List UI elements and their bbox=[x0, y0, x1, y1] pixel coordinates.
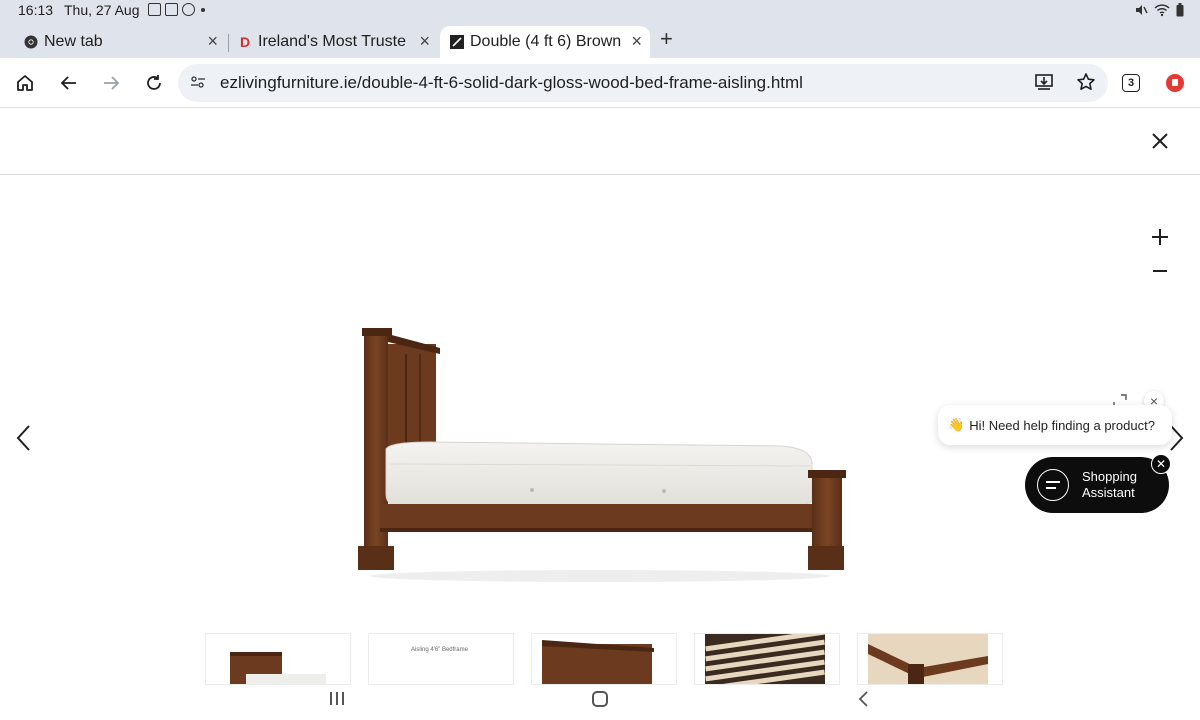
site-settings-icon[interactable] bbox=[190, 75, 206, 94]
tab-favicon-d: D bbox=[239, 34, 251, 50]
gallery-header bbox=[0, 109, 1200, 175]
shopping-assistant-button[interactable]: Shopping Assistant bbox=[1025, 457, 1169, 513]
alert-icon bbox=[182, 3, 195, 16]
thumbnail-slats[interactable] bbox=[694, 633, 840, 685]
tab-title: Ireland's Most Truste bbox=[258, 33, 406, 50]
status-time: 16:13 bbox=[18, 2, 54, 18]
reload-icon[interactable] bbox=[141, 70, 167, 96]
tab-count: 3 bbox=[1122, 74, 1140, 92]
address-bar[interactable]: ezlivingfurniture.ie/double-4-ft-6-solid… bbox=[178, 64, 1108, 102]
tab-double-bed[interactable]: Double (4 ft 6) Brown × bbox=[440, 26, 650, 58]
thumbnail-headboard-detail[interactable] bbox=[531, 633, 677, 685]
thumbnail-corner-detail[interactable] bbox=[857, 633, 1003, 685]
status-bar: 16:13 Thu, 27 Aug bbox=[0, 0, 1200, 22]
chat-greeting-text: Hi! Need help finding a product? bbox=[969, 417, 1155, 433]
battery-icon bbox=[1176, 3, 1184, 17]
home-nav-icon[interactable] bbox=[592, 691, 608, 707]
assistant-close-icon[interactable]: ✕ bbox=[1151, 454, 1171, 474]
thumbnail-strip: Aisling 4'6" Bedframe bbox=[205, 633, 1003, 685]
product-gallery-page: Aisling 4'6" Bedframe bbox=[0, 109, 1200, 685]
extension-badge bbox=[1166, 74, 1184, 92]
product-image-bed bbox=[358, 328, 846, 582]
new-tab-button[interactable]: + bbox=[660, 26, 673, 52]
tab-close-icon[interactable]: × bbox=[631, 31, 642, 52]
address-bar-actions bbox=[1034, 72, 1096, 92]
tab-title: New tab bbox=[44, 33, 103, 50]
shopping-assistant-label: Shopping Assistant bbox=[1082, 469, 1137, 500]
recent-apps-icon[interactable] bbox=[330, 692, 346, 706]
chat-greeting-bubble[interactable]: 👋 Hi! Need help finding a product? bbox=[938, 405, 1172, 445]
chrome-icon bbox=[24, 35, 38, 49]
notification-icons bbox=[148, 3, 205, 16]
tab-switcher-button[interactable]: 3 bbox=[1118, 70, 1144, 96]
extension-icon[interactable] bbox=[1162, 70, 1188, 96]
chevron-left-icon[interactable] bbox=[14, 423, 34, 453]
system-navigation-bar bbox=[0, 685, 1200, 720]
back-nav-icon[interactable] bbox=[856, 689, 872, 709]
chat-icon bbox=[1037, 469, 1069, 501]
tab-close-icon[interactable]: × bbox=[419, 31, 430, 52]
thumbnail-dimensions[interactable]: Aisling 4'6" Bedframe bbox=[368, 633, 514, 685]
ez-icon bbox=[450, 35, 464, 49]
system-icons bbox=[1134, 3, 1184, 17]
more-notifications-icon bbox=[201, 7, 205, 12]
waving-hand-icon: 👋 bbox=[948, 417, 965, 432]
tab-strip: New tab × D Ireland's Most Truste × Doub… bbox=[0, 22, 1200, 58]
plus-icon[interactable] bbox=[1150, 227, 1170, 247]
download-icon[interactable] bbox=[1034, 72, 1054, 92]
thumbnail-bed-front[interactable] bbox=[205, 633, 351, 685]
calendar-icon bbox=[165, 3, 178, 16]
minus-icon[interactable] bbox=[1150, 261, 1170, 281]
url-text[interactable]: ezlivingfurniture.ie/double-4-ft-6-solid… bbox=[220, 73, 803, 93]
status-date: Thu, 27 Aug bbox=[64, 2, 140, 18]
tab-close-icon[interactable]: × bbox=[207, 31, 218, 52]
forward-icon[interactable] bbox=[98, 70, 124, 96]
home-icon[interactable] bbox=[12, 70, 38, 96]
image-icon bbox=[148, 3, 161, 16]
tab-new-tab[interactable]: New tab × bbox=[14, 26, 226, 58]
bookmark-star-icon[interactable] bbox=[1076, 72, 1096, 92]
tab-title: Double (4 ft 6) Brown bbox=[470, 33, 622, 50]
thumbnail-caption: Aisling 4'6" Bedframe bbox=[411, 647, 468, 653]
wifi-icon bbox=[1154, 4, 1170, 17]
mute-icon bbox=[1136, 5, 1148, 15]
browser-toolbar: ezlivingfurniture.ie/double-4-ft-6-solid… bbox=[0, 58, 1200, 108]
back-icon[interactable] bbox=[56, 70, 82, 96]
close-icon[interactable] bbox=[1150, 131, 1170, 151]
tab-irelands-most-trusted[interactable]: D Ireland's Most Truste × bbox=[228, 26, 438, 58]
